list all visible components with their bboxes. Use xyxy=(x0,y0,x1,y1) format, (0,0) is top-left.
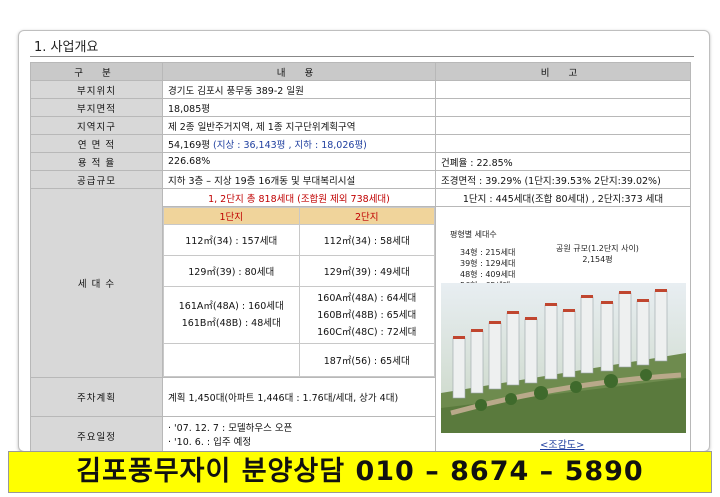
header-category: 구 분 xyxy=(30,62,163,81)
header-content: 내 용 xyxy=(162,62,436,81)
pyeong-item: 34형 : 215세대 xyxy=(460,248,516,257)
pyeong-item: 48형 : 409세대 xyxy=(460,270,516,279)
park-value: 2,154평 xyxy=(582,255,613,264)
complex2-unit: 129㎡(39) : 49세대 xyxy=(298,255,435,287)
complex2-header: 2단지 xyxy=(298,207,435,225)
park-info: 공원 규모(1.2단지 사이) 2,154평 xyxy=(556,243,639,265)
complex1-unit xyxy=(163,343,300,377)
row-content: 54,169평 (지상 : 36,143평 , 지하 : 18,026평) xyxy=(162,134,436,153)
complex1-unit-group: 161A㎡(48A) : 160세대 161B㎡(48B) : 48세대 xyxy=(163,286,300,344)
schedule-line: · '10. 6. : 입주 예정 xyxy=(168,437,252,448)
complex1-header: 1단지 xyxy=(163,207,300,225)
complex2-unit-group: 160A㎡(48A) : 64세대 160B㎡(48B) : 65세대 160C… xyxy=(298,286,435,344)
complex2-unit: 160C㎡(48C) : 72세대 xyxy=(317,326,417,338)
pyeong-item: 39형 : 129세대 xyxy=(460,259,516,268)
row-label: 주요일정 xyxy=(30,416,163,456)
row-content: 경기도 김포시 풍무동 389-2 일원 xyxy=(162,80,436,99)
floor-area-total: 54,169평 xyxy=(168,139,210,151)
schedule-content: · '07. 12. 7 : 모델하우스 오픈 · '10. 6. : 입주 예… xyxy=(162,416,436,456)
row-note xyxy=(435,80,691,99)
table-row: 지역지구 제 2종 일반주거지역, 제 1종 지구단위계획구역 xyxy=(30,116,691,135)
row-label: 주차계획 xyxy=(30,377,163,417)
row-content: 226.68% xyxy=(162,152,436,171)
table-row: 용 적 율 226.68% 건폐율 : 22.85% xyxy=(30,152,691,171)
household-summary: 1, 2단지 총 818세대 (조합원 제외 738세대) xyxy=(162,188,436,207)
section-title: 1. 사업개요 xyxy=(34,40,99,55)
complex2-unit: 112㎡(34) : 58세대 xyxy=(298,224,435,256)
table-header-row: 구 분 내 용 비 고 xyxy=(30,62,691,81)
aerial-view-panel: 평형별 세대수 34형 : 215세대 39형 : 129세대 48형 : 40… xyxy=(435,206,691,456)
complex2-unit: 160B㎡(48B) : 65세대 xyxy=(317,309,417,321)
row-content: 제 2종 일반주거지역, 제 1종 지구단위계획구역 xyxy=(162,116,436,135)
row-label: 연 면 적 xyxy=(30,134,163,153)
household-note: 1단지 : 445세대(조합 80세대) , 2단지:373 세대 xyxy=(435,188,691,207)
complex1-unit: 161A㎡(48A) : 160세대 xyxy=(178,301,284,312)
table-row: 연 면 적 54,169평 (지상 : 36,143평 , 지하 : 18,02… xyxy=(30,134,691,153)
section-divider xyxy=(30,56,694,57)
row-label: 부지면적 xyxy=(30,98,163,117)
complex2-unit: 160A㎡(48A) : 64세대 xyxy=(317,292,417,304)
schedule-line: · '07. 12. 7 : 모델하우스 오픈 xyxy=(168,423,293,434)
household-label: 세 대 수 xyxy=(30,188,163,378)
row-note xyxy=(435,134,691,153)
park-title: 공원 규모(1.2단지 사이) xyxy=(556,244,639,253)
row-label: 부지위치 xyxy=(30,80,163,99)
aerial-caption: <조감도> xyxy=(540,440,585,451)
row-note xyxy=(435,116,691,135)
complex1-unit: 112㎡(34) : 157세대 xyxy=(163,224,300,256)
table-row: 부지위치 경기도 김포시 풍무동 389-2 일원 xyxy=(30,80,691,99)
row-note xyxy=(435,98,691,117)
table-row: 공급규모 지하 3층 – 지상 19층 16개동 및 부대복리시설 조경면적 :… xyxy=(30,170,691,189)
table-row: 부지면적 18,085평 xyxy=(30,98,691,117)
row-label: 공급규모 xyxy=(30,170,163,189)
row-content: 18,085평 xyxy=(162,98,436,117)
complex1-unit: 129㎡(39) : 80세대 xyxy=(163,255,300,287)
complex1-unit: 161B㎡(48B) : 48세대 xyxy=(181,318,281,329)
aerial-view-illustration xyxy=(441,283,686,433)
unit-breakdown-table: 1단지 2단지 112㎡(34) : 157세대 112㎡(34) : 58세대… xyxy=(163,207,435,377)
row-content: 지하 3층 – 지상 19층 16개동 및 부대복리시설 xyxy=(162,170,436,189)
row-note: 조경면적 : 39.29% (1단지:39.53% 2단지:39.02%) xyxy=(435,170,691,189)
pyeong-title: 평형별 세대수 xyxy=(450,230,497,239)
row-label: 지역지구 xyxy=(30,116,163,135)
header-note: 비 고 xyxy=(435,62,691,81)
contact-banner: 김포풍무자이 분양상담 010 – 8674 – 5890 xyxy=(8,451,712,493)
complex2-unit: 187㎡(56) : 65세대 xyxy=(298,343,435,377)
row-content: 계획 1,450대(아파트 1,446대 : 1.76대/세대, 상가 4대) xyxy=(162,377,436,417)
row-note: 건폐율 : 22.85% xyxy=(435,152,691,171)
household-summary-row: 세 대 수 1, 2단지 총 818세대 (조합원 제외 738세대) 1단지 … xyxy=(30,188,691,378)
project-overview-table: 구 분 내 용 비 고 부지위치 경기도 김포시 풍무동 389-2 일원 부지… xyxy=(30,62,691,456)
floor-area-breakdown: (지상 : 36,143평 , 지하 : 18,026평) xyxy=(213,139,367,151)
unit-breakdown-cell: 1단지 2단지 112㎡(34) : 157세대 112㎡(34) : 58세대… xyxy=(162,206,436,378)
row-label: 용 적 율 xyxy=(30,152,163,171)
